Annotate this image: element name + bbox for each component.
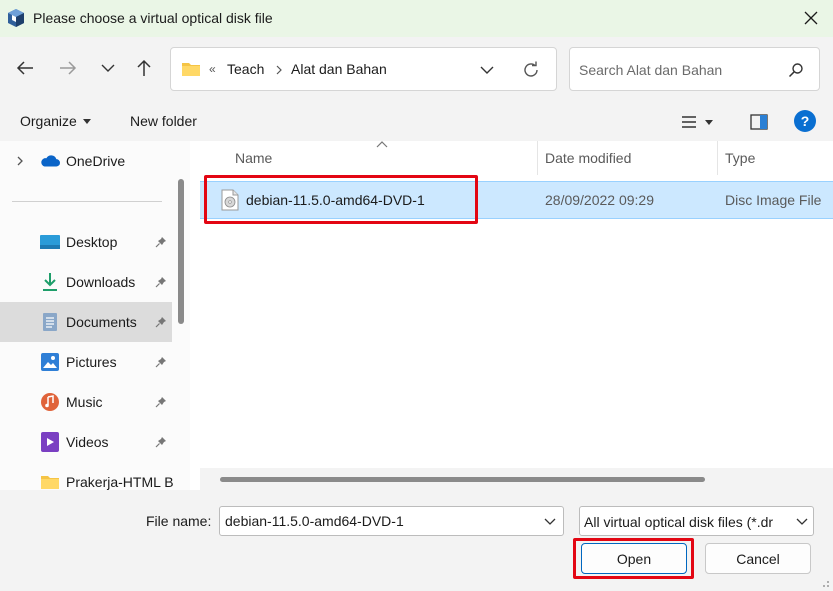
folder-icon <box>182 63 200 76</box>
videos-icon <box>40 432 60 452</box>
sidebar-item-music[interactable]: Music <box>0 382 172 422</box>
sidebar-divider <box>12 201 162 202</box>
cancel-button[interactable]: Cancel <box>705 543 811 574</box>
horizontal-scrollbar[interactable] <box>200 468 833 490</box>
sidebar-item-label: Videos <box>66 434 109 450</box>
command-toolbar: Organize New folder ? <box>0 101 833 141</box>
sidebar-item-desktop[interactable]: Desktop <box>0 222 172 262</box>
highlight-box-file <box>204 175 478 224</box>
file-type-filter-select[interactable]: All virtual optical disk files (*.dr <box>579 506 814 536</box>
sidebar-item-downloads[interactable]: Downloads <box>0 262 172 302</box>
arrow-left-icon <box>16 61 33 75</box>
resize-grip-icon[interactable] <box>820 578 830 588</box>
sidebar-item-label: Desktop <box>66 234 118 250</box>
pin-icon <box>154 235 168 249</box>
sidebar-item-label: Documents <box>66 314 137 330</box>
horizontal-scroll-thumb[interactable] <box>220 477 705 482</box>
chevron-down-icon[interactable] <box>543 514 557 528</box>
back-button[interactable] <box>10 53 40 83</box>
column-header-name[interactable]: Name <box>235 141 535 175</box>
file-name-input[interactable]: debian-11.5.0-amd64-DVD-1 <box>219 506 564 536</box>
sidebar-item-label: Prakerja-HTML B <box>66 474 174 490</box>
search-icon <box>786 60 806 80</box>
help-button[interactable]: ? <box>794 110 816 132</box>
pin-icon <box>154 315 168 329</box>
column-date-label: Date modified <box>545 150 632 166</box>
preview-pane-icon <box>750 114 768 130</box>
sidebar-item-prakerja[interactable]: Prakerja-HTML B <box>0 462 174 490</box>
folder-icon <box>40 472 60 490</box>
column-name-label: Name <box>235 150 273 166</box>
title-bar: Please choose a virtual optical disk fil… <box>0 0 833 37</box>
sidebar-item-label: Downloads <box>66 274 136 290</box>
arrow-right-icon <box>60 61 77 75</box>
column-divider[interactable] <box>537 141 538 175</box>
sidebar-item-documents[interactable]: Documents <box>0 302 172 342</box>
column-header-date[interactable]: Date modified <box>545 141 715 175</box>
refresh-icon <box>524 61 538 77</box>
chevron-down-icon <box>101 64 115 72</box>
forward-button[interactable] <box>53 53 83 83</box>
window-title: Please choose a virtual optical disk fil… <box>33 10 273 26</box>
recent-locations-button[interactable] <box>93 53 123 83</box>
desktop-icon <box>40 232 60 252</box>
sidebar-item-videos[interactable]: Videos <box>0 422 172 462</box>
column-header-type[interactable]: Type <box>725 141 825 175</box>
dialog-footer: File name: debian-11.5.0-amd64-DVD-1 All… <box>0 490 833 591</box>
documents-icon <box>40 312 60 332</box>
list-view-icon <box>682 116 696 128</box>
file-type: Disc Image File <box>725 192 822 208</box>
sidebar-item-onedrive[interactable]: OneDrive <box>0 141 172 181</box>
chevron-right-icon <box>17 156 23 166</box>
close-icon <box>804 11 818 25</box>
chevron-down-icon[interactable] <box>795 514 809 528</box>
onedrive-icon <box>40 151 60 171</box>
pin-icon <box>154 395 168 409</box>
column-divider[interactable] <box>717 141 718 175</box>
refresh-button[interactable] <box>520 59 542 81</box>
file-name-label: File name: <box>146 513 212 529</box>
caret-down-icon <box>82 118 91 124</box>
pin-icon <box>154 275 168 289</box>
navigation-pane: OneDrive Desktop Downloads Documents Pic… <box>0 141 190 490</box>
organize-label: Organize <box>20 113 77 129</box>
downloads-icon <box>40 272 60 292</box>
caret-down-icon <box>705 119 713 125</box>
pictures-icon <box>40 352 60 372</box>
navigation-bar: « Teach Alat dan Bahan Search Alat dan B… <box>0 37 833 101</box>
sidebar-item-label: Pictures <box>66 354 117 370</box>
pin-icon <box>154 435 168 449</box>
address-bar[interactable]: « Teach Alat dan Bahan <box>170 47 557 91</box>
breadcrumb-teach[interactable]: Teach <box>227 61 264 77</box>
pin-icon <box>154 355 168 369</box>
search-placeholder: Search Alat dan Bahan <box>579 62 723 78</box>
arrow-up-icon <box>137 59 151 76</box>
preview-pane-button[interactable] <box>748 111 770 133</box>
breadcrumb-alat-dan-bahan[interactable]: Alat dan Bahan <box>291 61 387 77</box>
sidebar-item-pictures[interactable]: Pictures <box>0 342 172 382</box>
search-input[interactable]: Search Alat dan Bahan <box>569 47 820 91</box>
breadcrumb-overflow[interactable]: « <box>209 62 216 76</box>
sidebar-scrollbar[interactable] <box>178 179 184 324</box>
highlight-box-open <box>573 538 694 579</box>
music-icon <box>40 392 60 412</box>
column-type-label: Type <box>725 150 756 166</box>
address-dropdown-button[interactable] <box>477 60 497 80</box>
new-folder-button[interactable]: New folder <box>130 113 197 129</box>
up-button[interactable] <box>129 53 159 83</box>
chevron-right-icon <box>276 65 282 75</box>
file-date: 28/09/2022 09:29 <box>545 192 654 208</box>
close-button[interactable] <box>796 4 826 32</box>
view-options-button[interactable] <box>681 111 725 133</box>
sidebar-item-label: OneDrive <box>66 153 126 169</box>
virtualbox-app-icon <box>8 9 24 27</box>
sidebar-item-label: Music <box>66 394 103 410</box>
chevron-down-icon <box>480 66 494 74</box>
organize-button[interactable]: Organize <box>20 113 91 129</box>
